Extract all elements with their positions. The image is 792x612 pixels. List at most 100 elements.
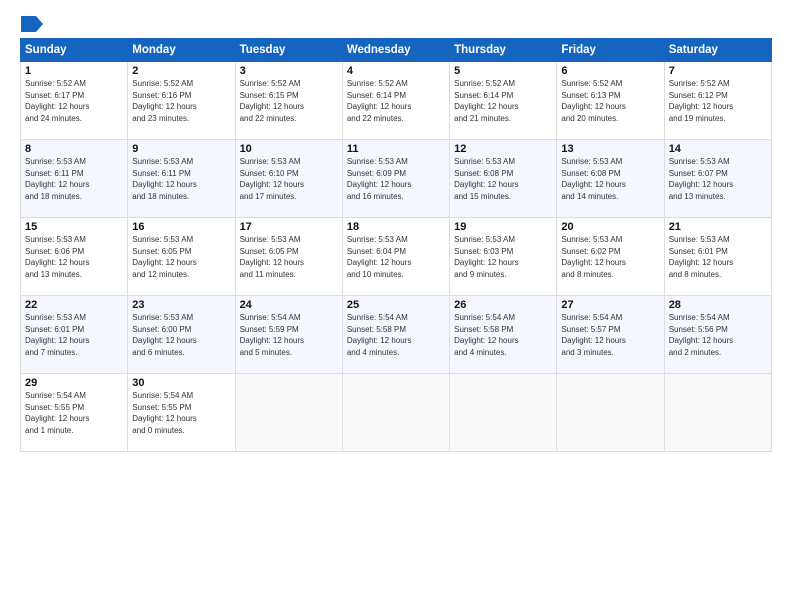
weekday-saturday: Saturday bbox=[664, 39, 771, 62]
day-info: Sunrise: 5:54 AMSunset: 5:55 PMDaylight:… bbox=[25, 390, 123, 436]
page: SundayMondayTuesdayWednesdayThursdayFrid… bbox=[0, 0, 792, 612]
day-info: Sunrise: 5:54 AMSunset: 5:58 PMDaylight:… bbox=[454, 312, 552, 358]
day-info: Sunrise: 5:53 AMSunset: 6:05 PMDaylight:… bbox=[132, 234, 230, 280]
day-cell: 23Sunrise: 5:53 AMSunset: 6:00 PMDayligh… bbox=[128, 296, 235, 374]
day-cell: 27Sunrise: 5:54 AMSunset: 5:57 PMDayligh… bbox=[557, 296, 664, 374]
day-info: Sunrise: 5:52 AMSunset: 6:15 PMDaylight:… bbox=[240, 78, 338, 124]
day-cell: 19Sunrise: 5:53 AMSunset: 6:03 PMDayligh… bbox=[450, 218, 557, 296]
day-number: 3 bbox=[240, 65, 338, 77]
day-info: Sunrise: 5:53 AMSunset: 6:08 PMDaylight:… bbox=[561, 156, 659, 202]
day-cell: 18Sunrise: 5:53 AMSunset: 6:04 PMDayligh… bbox=[342, 218, 449, 296]
header bbox=[20, 16, 772, 28]
day-cell bbox=[235, 374, 342, 452]
day-number: 24 bbox=[240, 299, 338, 311]
day-info: Sunrise: 5:53 AMSunset: 6:11 PMDaylight:… bbox=[132, 156, 230, 202]
day-number: 15 bbox=[25, 221, 123, 233]
day-number: 5 bbox=[454, 65, 552, 77]
day-info: Sunrise: 5:54 AMSunset: 5:56 PMDaylight:… bbox=[669, 312, 767, 358]
day-cell: 20Sunrise: 5:53 AMSunset: 6:02 PMDayligh… bbox=[557, 218, 664, 296]
week-row-3: 15Sunrise: 5:53 AMSunset: 6:06 PMDayligh… bbox=[21, 218, 772, 296]
weekday-tuesday: Tuesday bbox=[235, 39, 342, 62]
day-info: Sunrise: 5:53 AMSunset: 6:04 PMDaylight:… bbox=[347, 234, 445, 280]
day-number: 23 bbox=[132, 299, 230, 311]
day-cell: 17Sunrise: 5:53 AMSunset: 6:05 PMDayligh… bbox=[235, 218, 342, 296]
day-info: Sunrise: 5:53 AMSunset: 6:08 PMDaylight:… bbox=[454, 156, 552, 202]
day-number: 17 bbox=[240, 221, 338, 233]
day-number: 27 bbox=[561, 299, 659, 311]
day-info: Sunrise: 5:53 AMSunset: 6:05 PMDaylight:… bbox=[240, 234, 338, 280]
day-number: 28 bbox=[669, 299, 767, 311]
week-row-1: 1Sunrise: 5:52 AMSunset: 6:17 PMDaylight… bbox=[21, 62, 772, 140]
day-number: 13 bbox=[561, 143, 659, 155]
day-info: Sunrise: 5:53 AMSunset: 6:01 PMDaylight:… bbox=[25, 312, 123, 358]
day-cell: 11Sunrise: 5:53 AMSunset: 6:09 PMDayligh… bbox=[342, 140, 449, 218]
day-info: Sunrise: 5:52 AMSunset: 6:17 PMDaylight:… bbox=[25, 78, 123, 124]
day-info: Sunrise: 5:53 AMSunset: 6:01 PMDaylight:… bbox=[669, 234, 767, 280]
day-number: 29 bbox=[25, 377, 123, 389]
day-info: Sunrise: 5:53 AMSunset: 6:09 PMDaylight:… bbox=[347, 156, 445, 202]
day-cell: 21Sunrise: 5:53 AMSunset: 6:01 PMDayligh… bbox=[664, 218, 771, 296]
day-cell: 16Sunrise: 5:53 AMSunset: 6:05 PMDayligh… bbox=[128, 218, 235, 296]
day-number: 9 bbox=[132, 143, 230, 155]
day-cell: 7Sunrise: 5:52 AMSunset: 6:12 PMDaylight… bbox=[664, 62, 771, 140]
day-cell: 10Sunrise: 5:53 AMSunset: 6:10 PMDayligh… bbox=[235, 140, 342, 218]
day-info: Sunrise: 5:54 AMSunset: 5:55 PMDaylight:… bbox=[132, 390, 230, 436]
day-cell bbox=[557, 374, 664, 452]
day-number: 7 bbox=[669, 65, 767, 77]
day-cell: 29Sunrise: 5:54 AMSunset: 5:55 PMDayligh… bbox=[21, 374, 128, 452]
day-cell: 30Sunrise: 5:54 AMSunset: 5:55 PMDayligh… bbox=[128, 374, 235, 452]
day-info: Sunrise: 5:53 AMSunset: 6:07 PMDaylight:… bbox=[669, 156, 767, 202]
day-info: Sunrise: 5:53 AMSunset: 6:03 PMDaylight:… bbox=[454, 234, 552, 280]
day-info: Sunrise: 5:52 AMSunset: 6:14 PMDaylight:… bbox=[454, 78, 552, 124]
logo-icon bbox=[21, 16, 43, 32]
week-row-4: 22Sunrise: 5:53 AMSunset: 6:01 PMDayligh… bbox=[21, 296, 772, 374]
day-info: Sunrise: 5:52 AMSunset: 6:12 PMDaylight:… bbox=[669, 78, 767, 124]
day-info: Sunrise: 5:52 AMSunset: 6:13 PMDaylight:… bbox=[561, 78, 659, 124]
day-number: 4 bbox=[347, 65, 445, 77]
day-info: Sunrise: 5:53 AMSunset: 6:10 PMDaylight:… bbox=[240, 156, 338, 202]
day-cell: 25Sunrise: 5:54 AMSunset: 5:58 PMDayligh… bbox=[342, 296, 449, 374]
day-number: 14 bbox=[669, 143, 767, 155]
day-info: Sunrise: 5:53 AMSunset: 6:02 PMDaylight:… bbox=[561, 234, 659, 280]
day-cell: 3Sunrise: 5:52 AMSunset: 6:15 PMDaylight… bbox=[235, 62, 342, 140]
day-cell: 26Sunrise: 5:54 AMSunset: 5:58 PMDayligh… bbox=[450, 296, 557, 374]
weekday-header-row: SundayMondayTuesdayWednesdayThursdayFrid… bbox=[21, 39, 772, 62]
weekday-thursday: Thursday bbox=[450, 39, 557, 62]
day-number: 2 bbox=[132, 65, 230, 77]
day-cell: 1Sunrise: 5:52 AMSunset: 6:17 PMDaylight… bbox=[21, 62, 128, 140]
day-number: 20 bbox=[561, 221, 659, 233]
day-cell: 9Sunrise: 5:53 AMSunset: 6:11 PMDaylight… bbox=[128, 140, 235, 218]
day-number: 19 bbox=[454, 221, 552, 233]
day-cell: 8Sunrise: 5:53 AMSunset: 6:11 PMDaylight… bbox=[21, 140, 128, 218]
weekday-wednesday: Wednesday bbox=[342, 39, 449, 62]
weekday-monday: Monday bbox=[128, 39, 235, 62]
day-info: Sunrise: 5:54 AMSunset: 5:57 PMDaylight:… bbox=[561, 312, 659, 358]
day-cell bbox=[664, 374, 771, 452]
day-cell: 15Sunrise: 5:53 AMSunset: 6:06 PMDayligh… bbox=[21, 218, 128, 296]
day-cell: 4Sunrise: 5:52 AMSunset: 6:14 PMDaylight… bbox=[342, 62, 449, 140]
day-info: Sunrise: 5:52 AMSunset: 6:14 PMDaylight:… bbox=[347, 78, 445, 124]
day-number: 22 bbox=[25, 299, 123, 311]
day-cell: 5Sunrise: 5:52 AMSunset: 6:14 PMDaylight… bbox=[450, 62, 557, 140]
weekday-friday: Friday bbox=[557, 39, 664, 62]
day-number: 25 bbox=[347, 299, 445, 311]
day-cell bbox=[450, 374, 557, 452]
week-row-5: 29Sunrise: 5:54 AMSunset: 5:55 PMDayligh… bbox=[21, 374, 772, 452]
day-info: Sunrise: 5:54 AMSunset: 5:59 PMDaylight:… bbox=[240, 312, 338, 358]
day-number: 1 bbox=[25, 65, 123, 77]
day-cell: 2Sunrise: 5:52 AMSunset: 6:16 PMDaylight… bbox=[128, 62, 235, 140]
calendar-table: SundayMondayTuesdayWednesdayThursdayFrid… bbox=[20, 38, 772, 452]
day-info: Sunrise: 5:52 AMSunset: 6:16 PMDaylight:… bbox=[132, 78, 230, 124]
logo bbox=[20, 16, 44, 28]
day-cell: 22Sunrise: 5:53 AMSunset: 6:01 PMDayligh… bbox=[21, 296, 128, 374]
day-cell: 28Sunrise: 5:54 AMSunset: 5:56 PMDayligh… bbox=[664, 296, 771, 374]
day-number: 12 bbox=[454, 143, 552, 155]
day-info: Sunrise: 5:54 AMSunset: 5:58 PMDaylight:… bbox=[347, 312, 445, 358]
day-cell bbox=[342, 374, 449, 452]
day-info: Sunrise: 5:53 AMSunset: 6:06 PMDaylight:… bbox=[25, 234, 123, 280]
day-number: 8 bbox=[25, 143, 123, 155]
day-info: Sunrise: 5:53 AMSunset: 6:11 PMDaylight:… bbox=[25, 156, 123, 202]
day-number: 16 bbox=[132, 221, 230, 233]
day-number: 11 bbox=[347, 143, 445, 155]
day-number: 10 bbox=[240, 143, 338, 155]
